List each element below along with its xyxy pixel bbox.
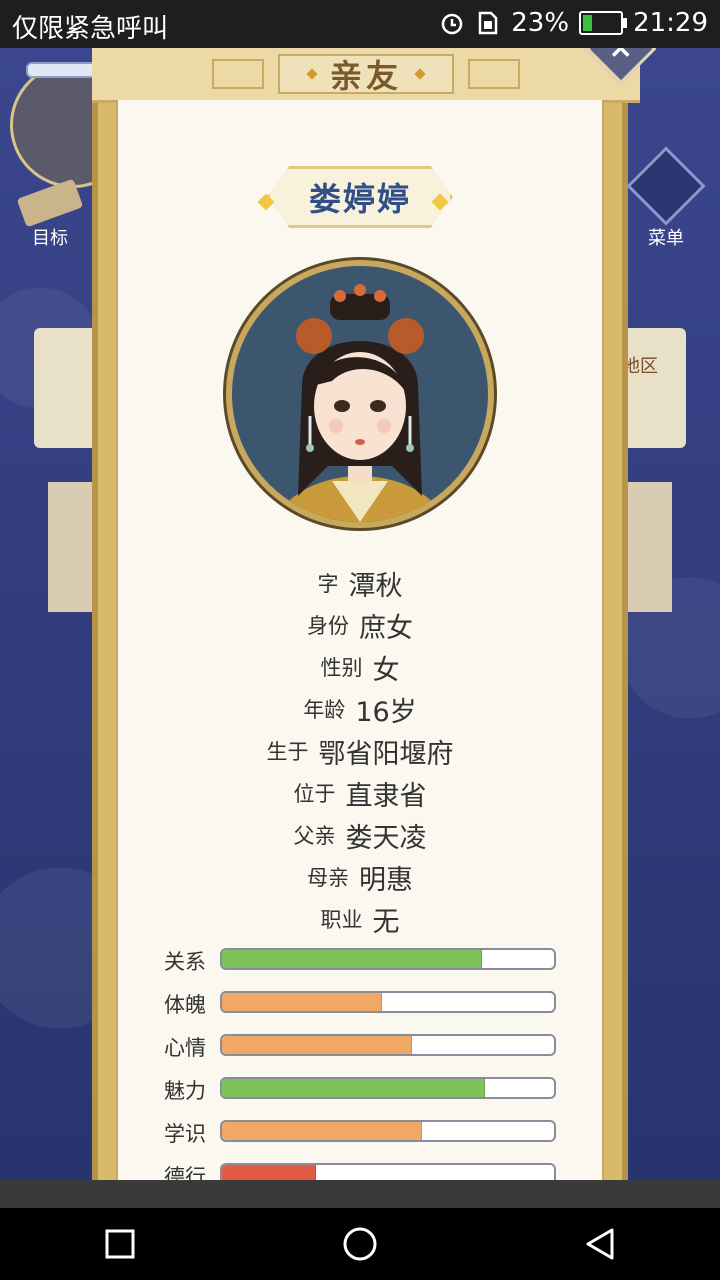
profile-row: 母亲 明惠 xyxy=(118,856,602,898)
back-triangle-icon xyxy=(586,1228,614,1260)
home-button[interactable] xyxy=(330,1214,390,1274)
profile-value: 16岁 xyxy=(355,696,417,728)
profile-label: 字 xyxy=(317,572,339,596)
profile-row: 生于 鄂省阳堰府 xyxy=(118,730,602,772)
relative-detail-panel: 亲友 × 娄婷婷 字 潭秋 身份 庶女 性别 女 年龄 16岁 生于 鄂省阳堰府… xyxy=(92,13,657,1192)
stat-label: 关系 xyxy=(164,950,206,974)
title-plate: 亲友 xyxy=(277,54,454,95)
profile-label: 母亲 xyxy=(307,866,349,890)
stat-bar xyxy=(220,1077,556,1099)
stat-label: 魅力 xyxy=(164,1079,206,1103)
stat-row: 体魄 xyxy=(118,987,602,1030)
menu-label: 菜单 xyxy=(648,228,684,249)
ornament-dot-icon xyxy=(414,68,426,80)
stat-bar-fill xyxy=(222,1122,423,1140)
sim-icon xyxy=(475,10,501,36)
recent-apps-button[interactable] xyxy=(90,1214,150,1274)
profile-value: 娄天凌 xyxy=(345,822,427,854)
profile-value: 潭秋 xyxy=(348,570,403,602)
battery-charging-icon xyxy=(579,11,628,35)
stat-label: 体魄 xyxy=(164,993,206,1017)
stat-bar xyxy=(220,991,556,1013)
profile-value: 庶女 xyxy=(359,612,413,644)
stat-bar-fill xyxy=(222,993,383,1011)
menu-button[interactable]: 菜单 xyxy=(626,146,706,250)
stat-row: 学识 xyxy=(118,1116,602,1159)
profile-row: 年龄 16岁 xyxy=(118,688,602,730)
profile-value: 无 xyxy=(372,906,400,938)
stat-bar-fill xyxy=(222,1036,413,1054)
battery-percent: 23% xyxy=(511,8,570,38)
profile-row: 职业无 xyxy=(118,898,602,940)
profile-label: 职业 xyxy=(320,908,363,932)
profile-label: 生于 xyxy=(266,740,309,764)
stat-row: 魅力 xyxy=(118,1073,602,1116)
profile-row: 父亲 娄天凌 xyxy=(118,814,602,856)
system-nav-bar xyxy=(0,1208,720,1280)
clock: 21:29 xyxy=(633,8,708,38)
goal-button[interactable]: 目标 xyxy=(10,178,90,249)
stat-bar-fill xyxy=(222,1079,486,1097)
profile-label: 年龄 xyxy=(303,698,346,722)
status-bar: 仅限紧急呼叫 23% 21:29 xyxy=(0,0,720,48)
profile-value: 直隶省 xyxy=(345,780,427,812)
name-plate: 娄婷婷 xyxy=(267,166,453,228)
circle-icon xyxy=(343,1227,377,1261)
profile-value: 明惠 xyxy=(359,864,413,896)
profile-label: 性别 xyxy=(320,656,363,680)
stat-bar-fill xyxy=(222,950,482,968)
stat-bar xyxy=(220,1120,556,1142)
profile-label: 身份 xyxy=(307,614,349,638)
stat-row: 关系 xyxy=(118,944,602,987)
stat-label: 学识 xyxy=(164,1122,206,1146)
ornament-dot-icon xyxy=(306,68,318,80)
profile-value: 女 xyxy=(372,654,400,686)
character-portrait xyxy=(226,260,494,528)
square-icon xyxy=(105,1229,135,1259)
stat-label: 心情 xyxy=(164,1036,206,1060)
attribute-stats: 关系 体魄 心情 魅力 学识 德行 xyxy=(118,944,602,1202)
panel-title: 亲友 xyxy=(329,57,402,95)
alarm-icon xyxy=(439,10,465,36)
header-ornament xyxy=(468,59,520,89)
goal-label: 目标 xyxy=(32,228,68,249)
menu-icon xyxy=(626,146,706,226)
profile-row: 字潭秋 xyxy=(118,562,602,604)
panel-body: 娄婷婷 字 潭秋 身份 庶女 性别 女 年龄 16岁 生于 鄂省阳堰府 位于 直… xyxy=(116,100,604,1192)
back-button[interactable] xyxy=(570,1214,630,1274)
profile-label: 父亲 xyxy=(293,824,336,848)
profile-info: 字潭秋 身份 庶女 性别女年龄 16岁 生于 鄂省阳堰府 位于 直隶省 父亲 娄天凌 母亲 明惠 职业无 xyxy=(118,562,602,940)
character-name: 娄婷婷 xyxy=(308,180,411,218)
profile-label: 位于 xyxy=(293,782,336,806)
profile-value: 鄂省阳堰府 xyxy=(318,738,454,770)
stat-bar xyxy=(220,948,556,970)
stat-bar xyxy=(220,1034,556,1056)
carrier-text: 仅限紧急呼叫 xyxy=(12,14,169,44)
portrait-illustration xyxy=(272,284,448,522)
profile-row: 位于 直隶省 xyxy=(118,772,602,814)
bottom-strip xyxy=(0,1180,720,1210)
scroll-icon xyxy=(16,178,84,228)
header-ornament xyxy=(211,59,264,89)
profile-row: 性别女 xyxy=(118,646,602,688)
stat-row: 心情 xyxy=(118,1030,602,1073)
profile-row: 身份 庶女 xyxy=(118,604,602,646)
panel-header: 亲友 × xyxy=(92,13,657,103)
